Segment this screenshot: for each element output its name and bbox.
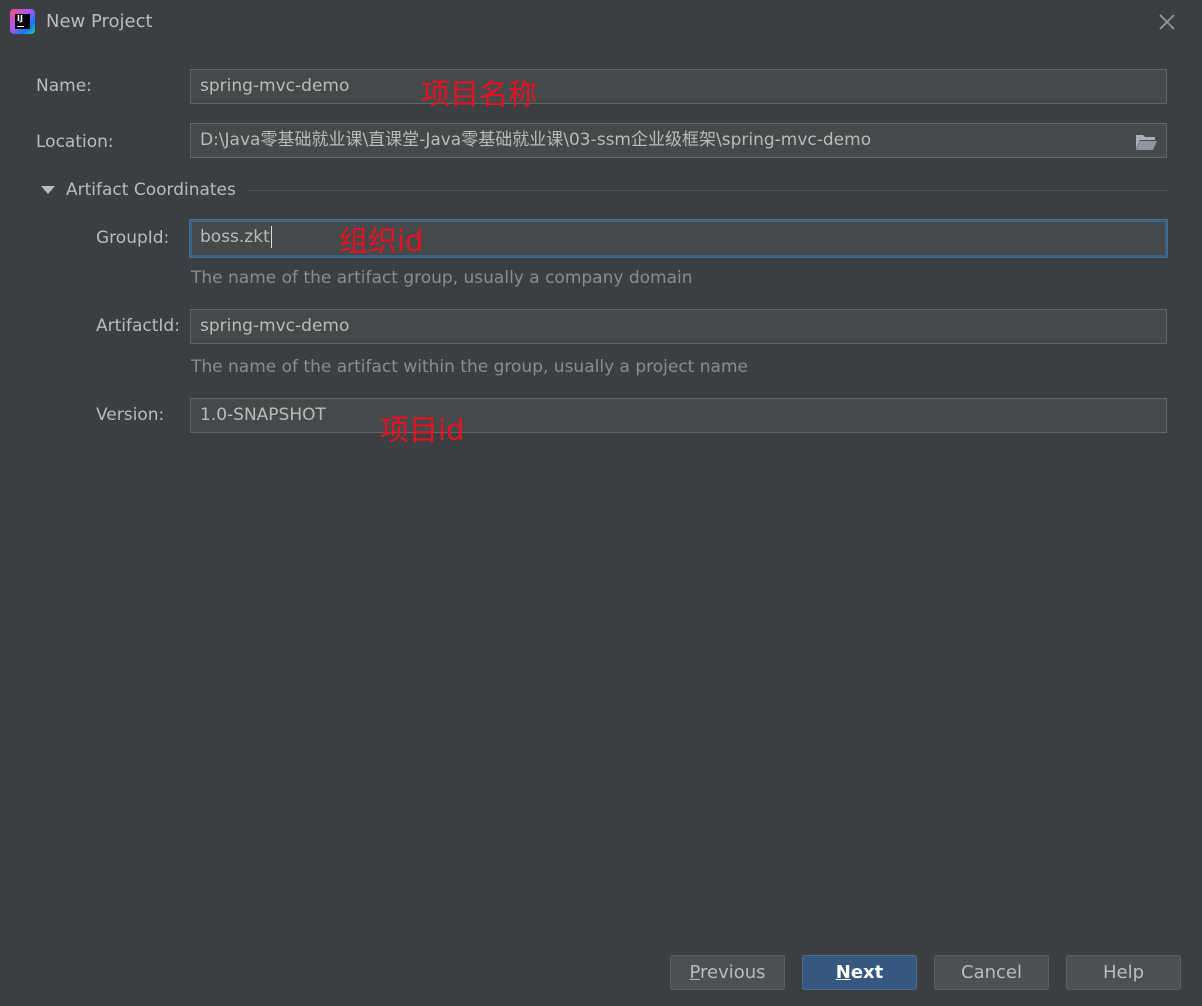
section-divider <box>247 190 1167 191</box>
close-icon[interactable] <box>1157 12 1177 32</box>
name-label: Name: <box>36 76 92 96</box>
name-input[interactable]: spring-mvc-demo <box>190 69 1167 104</box>
cancel-button[interactable]: Cancel <box>934 955 1049 990</box>
location-input[interactable]: D:\Java零基础就业课\直课堂-Java零基础就业课\03-ssm企业级框架… <box>190 123 1167 158</box>
window-title: New Project <box>46 11 153 32</box>
annotation-project-id: 项目id <box>380 413 465 447</box>
group-id-input[interactable]: boss.zkt <box>190 220 1167 257</box>
annotation-group-id: 组织id <box>339 224 424 258</box>
app-logo-text: IJ <box>17 14 23 23</box>
next-button[interactable]: Next <box>802 955 917 990</box>
artifact-id-hint: The name of the artifact within the grou… <box>191 357 748 377</box>
group-id-hint: The name of the artifact group, usually … <box>191 268 693 288</box>
triangle-down-icon[interactable] <box>41 186 55 194</box>
previous-mnemonic: P <box>689 962 700 983</box>
artifact-coordinates-header[interactable]: Artifact Coordinates <box>66 180 236 200</box>
next-mnemonic: N <box>835 962 851 983</box>
version-label: Version: <box>96 405 165 425</box>
next-label: ext <box>850 962 884 983</box>
previous-button[interactable]: Previous <box>670 955 785 990</box>
artifact-id-label: ArtifactId: <box>96 316 180 336</box>
annotation-project-name: 项目名称 <box>421 77 538 111</box>
group-id-value: boss.zkt <box>200 227 270 247</box>
group-id-label: GroupId: <box>96 228 170 248</box>
help-button[interactable]: Help <box>1066 955 1181 990</box>
folder-open-icon[interactable] <box>1135 133 1157 151</box>
version-input[interactable]: 1.0-SNAPSHOT <box>190 398 1167 433</box>
app-logo-icon: IJ <box>10 9 35 34</box>
previous-label: revious <box>700 962 766 983</box>
artifact-id-input[interactable]: spring-mvc-demo <box>190 309 1167 344</box>
location-label: Location: <box>36 132 114 152</box>
text-caret <box>270 226 272 248</box>
